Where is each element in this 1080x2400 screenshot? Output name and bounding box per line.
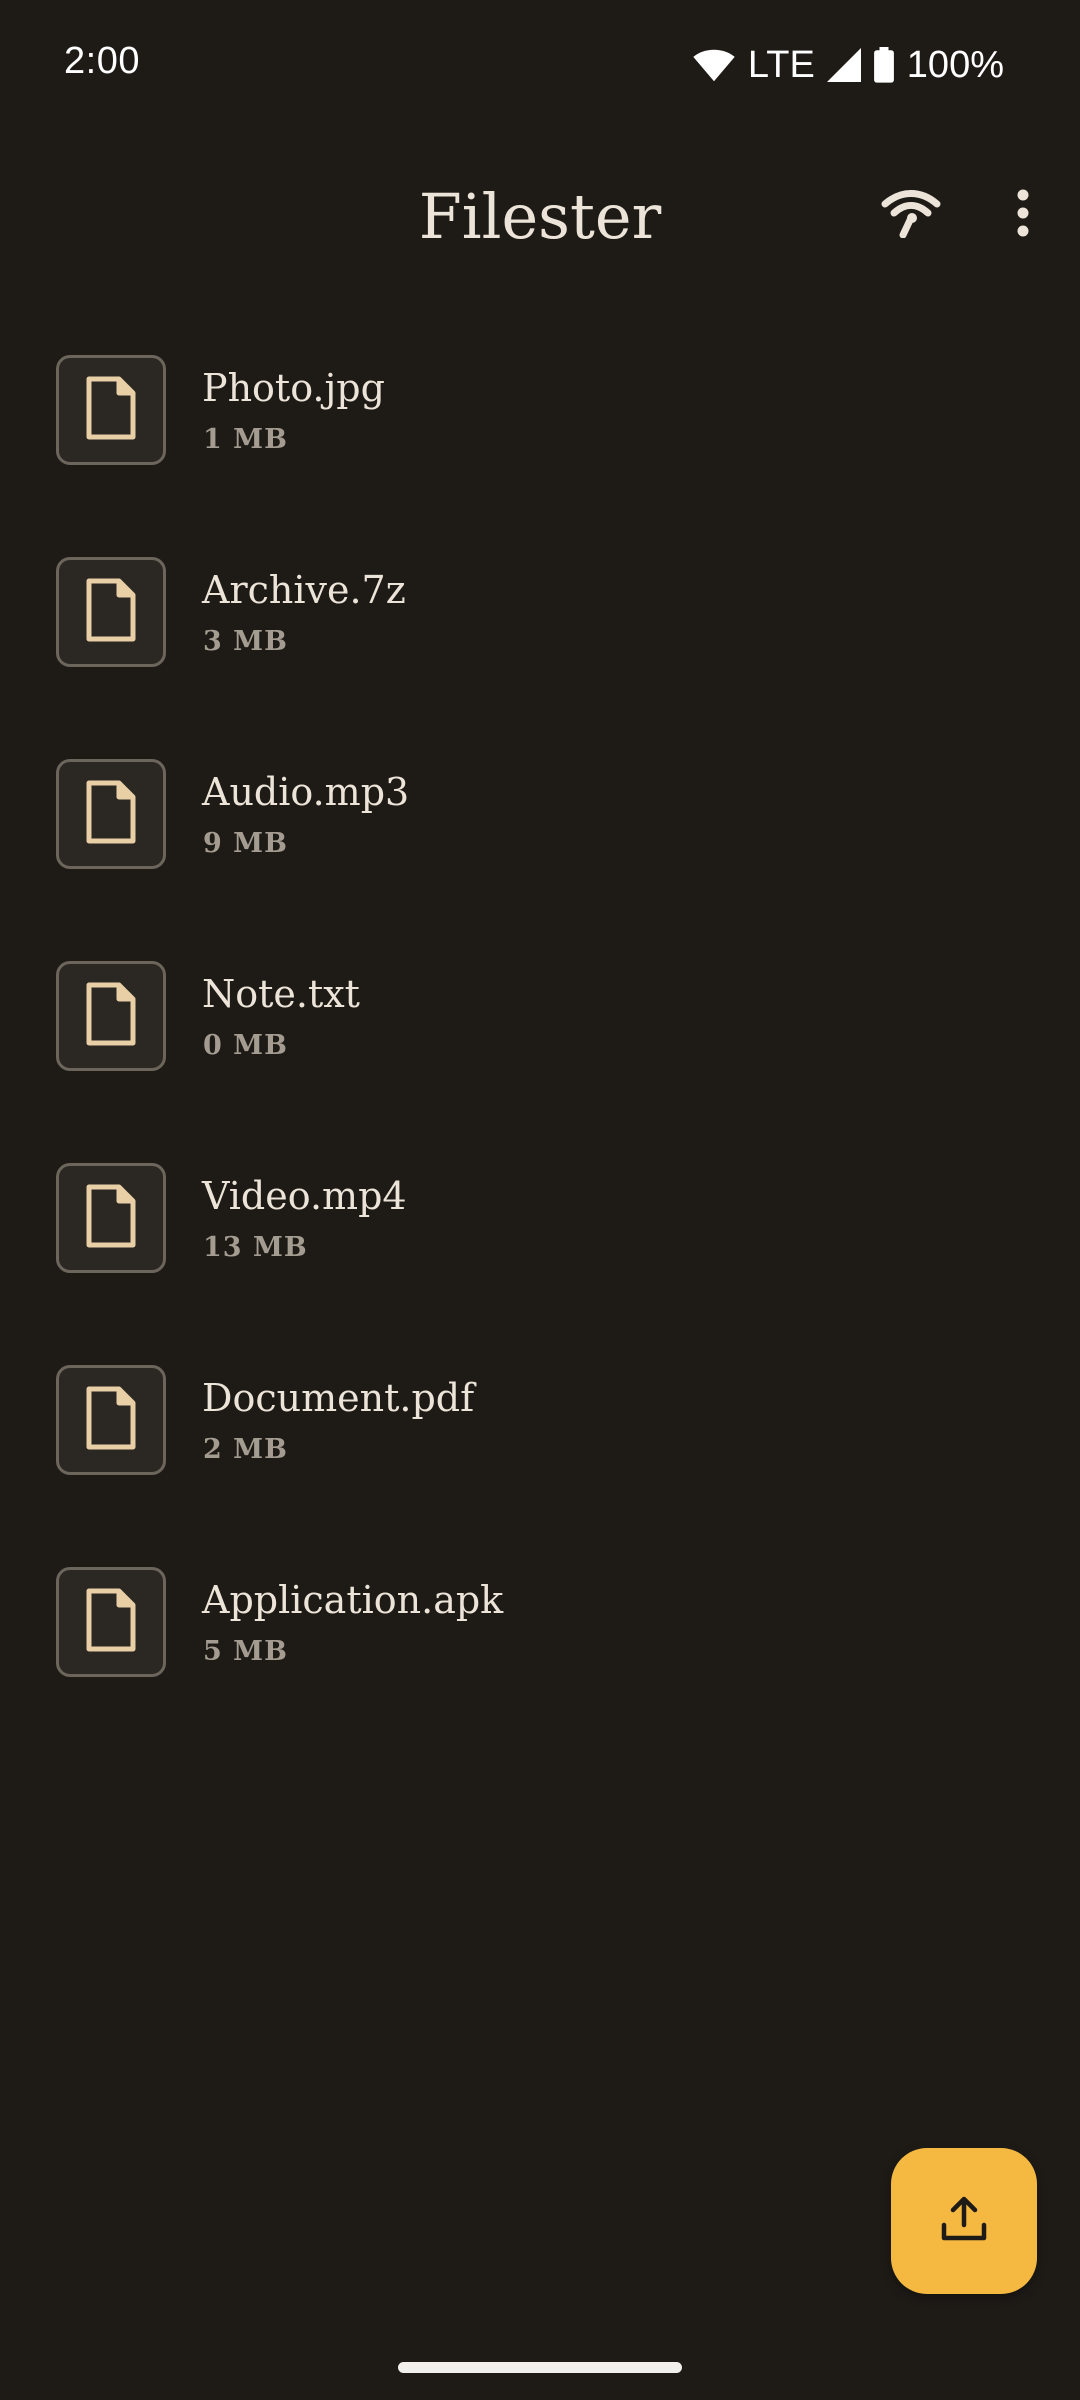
file-name: Photo.jpg [202,366,385,410]
file-name: Document.pdf [202,1376,475,1420]
file-icon [85,1385,137,1455]
file-thumbnail [56,1567,166,1677]
file-list-item[interactable]: Audio.mp3 9 MB [0,734,1080,936]
wifi-tethering-icon [881,188,941,242]
more-vert-icon [1016,188,1030,242]
battery-level: 100% [906,43,1004,86]
file-list: Photo.jpg 1 MB Archive.7z 3 MB Audio.mp3… [0,330,1080,1744]
file-size: 2 MB [203,1434,288,1465]
file-size: 5 MB [203,1636,288,1667]
signal-icon [826,48,861,82]
app-bar: Filester [0,150,1080,280]
file-name: Video.mp4 [202,1174,407,1218]
file-thumbnail [56,759,166,869]
upload-button[interactable] [891,2148,1037,2294]
file-name: Archive.7z [202,568,406,612]
file-name: Application.apk [202,1578,504,1622]
gesture-nav-handle[interactable] [398,2362,682,2373]
file-icon [85,375,137,445]
file-thumbnail [56,1365,166,1475]
file-size: 3 MB [203,626,288,657]
battery-icon [873,47,895,83]
file-list-item[interactable]: Note.txt 0 MB [0,936,1080,1138]
wifi-tethering-button[interactable] [866,170,956,260]
network-type: LTE [747,43,815,86]
file-icon [85,1183,137,1253]
file-list-item[interactable]: Archive.7z 3 MB [0,532,1080,734]
status-time: 2:00 [64,40,140,82]
wifi-icon [692,47,736,83]
file-list-item[interactable]: Video.mp4 13 MB [0,1138,1080,1340]
file-size: 1 MB [203,424,288,455]
file-size: 9 MB [203,828,288,859]
file-list-item[interactable]: Application.apk 5 MB [0,1542,1080,1744]
file-size: 13 MB [203,1232,308,1263]
file-icon [85,1587,137,1657]
screen: 2:00 LTE 100% Filester Photo.jpg 1 MB Ar… [0,0,1080,2400]
file-list-item[interactable]: Photo.jpg 1 MB [0,330,1080,532]
file-icon [85,981,137,1051]
file-name: Note.txt [202,972,360,1016]
upload-icon [939,2195,989,2247]
file-thumbnail [56,557,166,667]
file-size: 0 MB [203,1030,288,1061]
file-name: Audio.mp3 [202,770,410,814]
file-list-item[interactable]: Document.pdf 2 MB [0,1340,1080,1542]
file-icon [85,577,137,647]
status-icons: LTE 100% [692,40,1004,90]
status-bar: 2:00 LTE 100% [0,0,1080,130]
file-thumbnail [56,1163,166,1273]
more-options-button[interactable] [978,170,1068,260]
file-icon [85,779,137,849]
file-thumbnail [56,355,166,465]
file-thumbnail [56,961,166,1071]
